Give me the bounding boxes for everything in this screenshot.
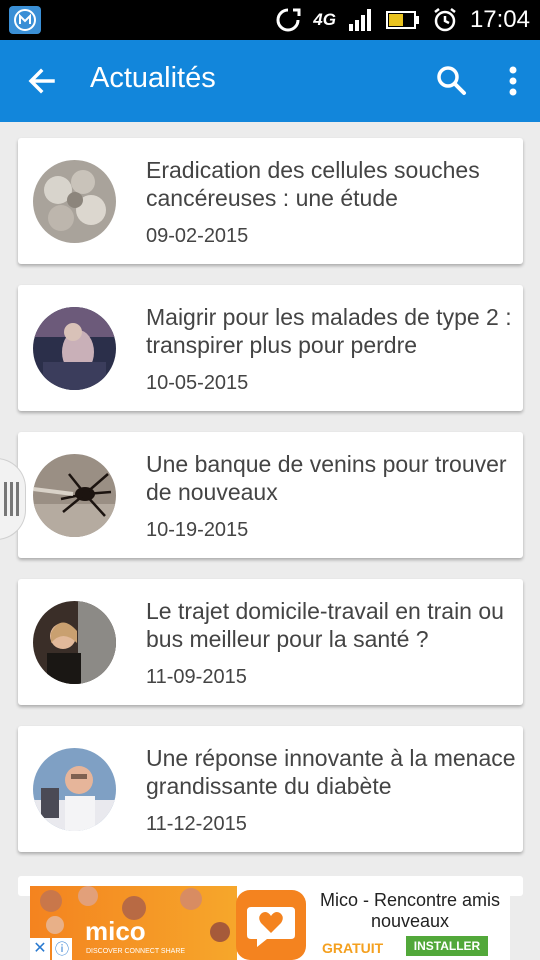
news-title: Le trajet domicile-travail en train ou b… xyxy=(146,598,504,652)
page-title: Actualités xyxy=(90,62,216,94)
network-type-label: 4G xyxy=(313,10,336,29)
ad-avatar xyxy=(210,922,230,942)
news-thumbnail xyxy=(33,748,116,831)
search-button[interactable] xyxy=(432,61,470,99)
news-title: Une réponse innovante à la menace grandi… xyxy=(146,745,516,799)
news-thumbnail xyxy=(33,307,116,390)
news-thumbnail xyxy=(33,601,116,684)
arrow-back-icon xyxy=(28,68,55,94)
news-card[interactable]: Eradication des cellules souches cancére… xyxy=(18,138,523,264)
news-date: 11-12-2015 xyxy=(146,813,247,835)
ad-banner[interactable]: mico DISCOVER CONNECT SHARE ✕ ⓘ Mico - R… xyxy=(30,886,510,960)
alarm-icon xyxy=(434,8,456,32)
sync-icon xyxy=(276,8,301,32)
news-date: 10-05-2015 xyxy=(146,372,249,394)
news-title: Une banque de venins pour trouver de nou… xyxy=(146,451,507,505)
ad-avatar xyxy=(46,916,64,934)
install-button[interactable]: INSTALLER xyxy=(406,936,488,956)
grip-line xyxy=(9,482,13,516)
battery-icon xyxy=(385,11,419,29)
back-button[interactable] xyxy=(22,61,62,101)
app-bar: Actualités xyxy=(0,40,540,122)
more-vert-icon xyxy=(509,66,517,96)
news-card[interactable]: Une banque de venins pour trouver de nou… xyxy=(18,432,523,558)
ad-close-icon[interactable]: ✕ xyxy=(30,938,50,960)
news-card[interactable]: Le trajet domicile-travail en train ou b… xyxy=(18,579,523,705)
news-thumbnail xyxy=(33,160,116,243)
ad-price: GRATUIT xyxy=(322,940,384,956)
app-notification-icon xyxy=(9,6,41,34)
news-date: 10-19-2015 xyxy=(146,519,249,541)
ad-brand-logo: mico xyxy=(85,916,146,946)
signal-icon xyxy=(348,9,371,31)
news-card[interactable]: Maigrir pour les malades de type 2 : tra… xyxy=(18,285,523,411)
search-icon xyxy=(437,66,466,95)
grip-line xyxy=(15,482,19,516)
grip-line xyxy=(3,482,7,516)
ad-tagline: DISCOVER CONNECT SHARE xyxy=(86,948,186,955)
ad-title: Mico - Rencontre amis nouveaux xyxy=(319,890,501,931)
overflow-menu-button[interactable] xyxy=(498,61,528,101)
ad-info-icon[interactable]: ⓘ xyxy=(52,938,72,960)
news-title: Maigrir pour les malades de type 2 : tra… xyxy=(146,304,512,358)
chat-heart-icon xyxy=(247,907,295,947)
status-bar: 4G 17:04 xyxy=(0,0,540,40)
news-date: 11-09-2015 xyxy=(146,666,247,688)
news-date: 09-02-2015 xyxy=(146,225,249,247)
ad-avatar xyxy=(40,890,62,912)
ad-avatar xyxy=(180,888,202,910)
ad-avatar xyxy=(78,886,98,906)
news-thumbnail xyxy=(33,454,116,537)
ad-app-icon xyxy=(236,890,306,960)
clock: 17:04 xyxy=(469,6,530,33)
news-card[interactable]: Une réponse innovante à la menace grandi… xyxy=(18,726,523,852)
news-title: Eradication des cellules souches cancére… xyxy=(146,157,480,211)
